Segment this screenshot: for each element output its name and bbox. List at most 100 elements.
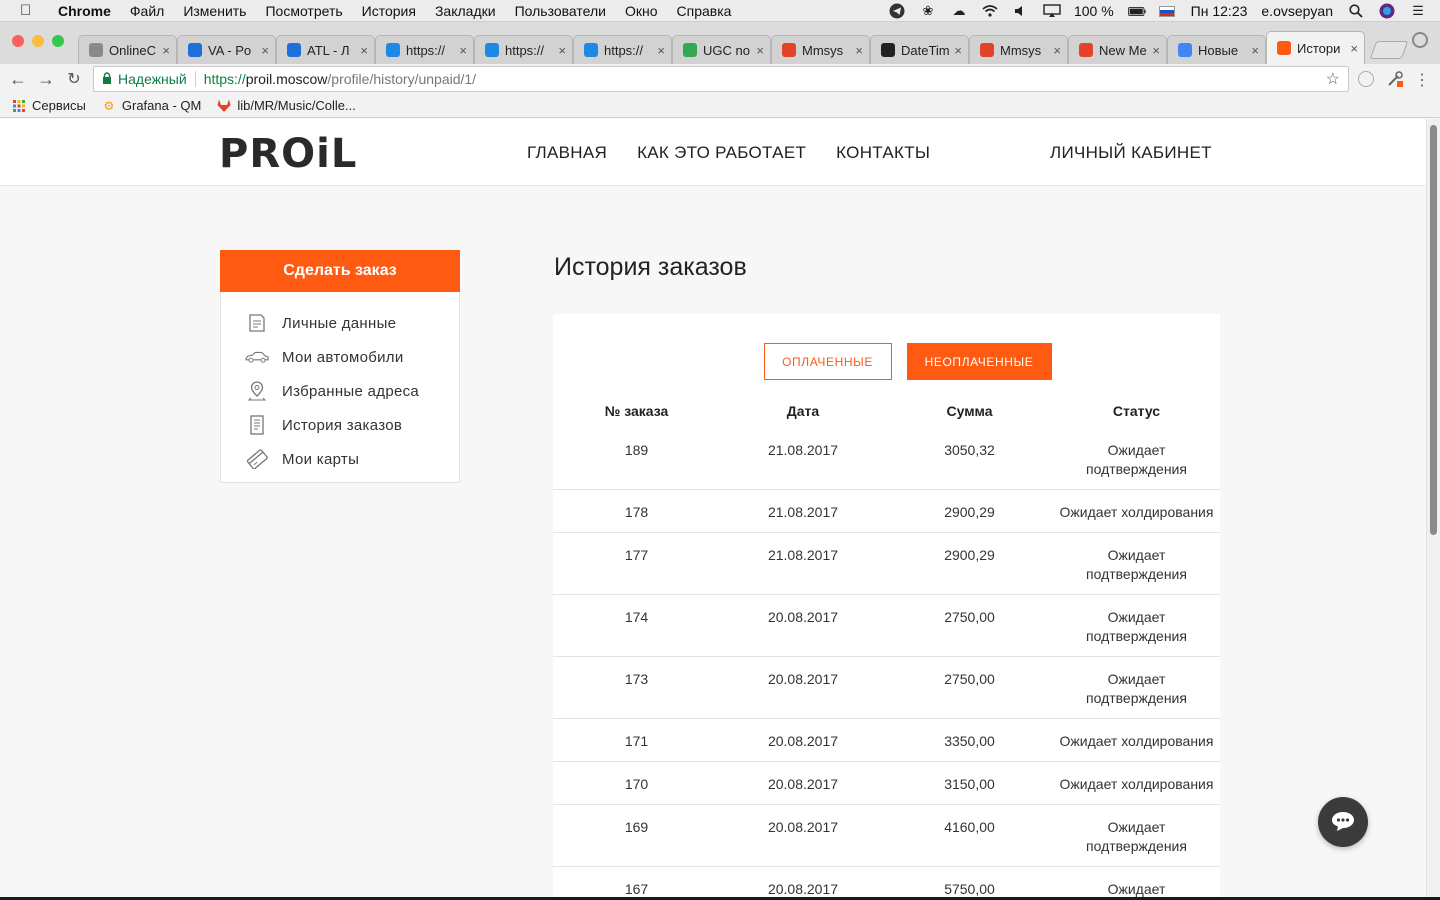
minimize-window-button[interactable]	[32, 35, 44, 47]
menubar-user[interactable]: e.ovsepyan	[1261, 3, 1333, 19]
siri-icon[interactable]	[1378, 3, 1396, 19]
tab-close-icon[interactable]: ×	[1053, 43, 1061, 58]
sidebar-item-my-cars[interactable]: Мои автомобили	[221, 340, 459, 374]
menu-window[interactable]: Окно	[625, 3, 658, 19]
table-row[interactable]: 189 21.08.2017 3050,32 Ожидает подтверждения	[553, 428, 1220, 490]
forward-arrow-icon[interactable]: →	[32, 69, 60, 90]
browser-tab[interactable]: Mmsys ×	[771, 35, 870, 64]
browser-tab[interactable]: Mmsys ×	[969, 35, 1068, 64]
column-header-date[interactable]: Дата	[720, 394, 886, 428]
volume-icon[interactable]	[1012, 4, 1030, 18]
nav-personal-account[interactable]: ЛИЧНЫЙ КАБИНЕТ	[1050, 143, 1212, 163]
extension-icon[interactable]	[1358, 71, 1374, 87]
column-header-status[interactable]: Статус	[1053, 394, 1220, 428]
make-order-button[interactable]: Сделать заказ	[220, 250, 460, 292]
table-row[interactable]: 170 20.08.2017 3150,00 Ожидает холдирования	[553, 761, 1220, 805]
bookmark-grafana[interactable]: ⚙ Grafana - QM	[102, 98, 201, 113]
menu-bookmarks[interactable]: Закладки	[435, 3, 496, 19]
menu-app-name[interactable]: Chrome	[58, 3, 111, 19]
telegram-icon[interactable]	[888, 3, 906, 19]
table-row[interactable]: 169 20.08.2017 4160,00 Ожидает подтверждения	[553, 804, 1220, 867]
menu-view[interactable]: Посмотреть	[265, 3, 342, 19]
tab-close-icon[interactable]: ×	[1350, 41, 1358, 56]
profile-icon[interactable]	[1412, 32, 1428, 48]
column-header-order-number[interactable]: № заказа	[553, 394, 720, 428]
apple-menu-icon[interactable]: 	[20, 2, 38, 19]
reload-icon[interactable]: ↻	[60, 69, 88, 89]
browser-tab[interactable]: Истори ×	[1266, 31, 1365, 64]
battery-icon[interactable]	[1127, 4, 1146, 18]
column-header-sum[interactable]: Сумма	[886, 394, 1053, 428]
menu-users[interactable]: Пользователи	[515, 3, 606, 19]
browser-tab[interactable]: New Me ×	[1068, 35, 1167, 64]
sidebar-item-my-cards[interactable]: Мои карты	[221, 442, 459, 476]
bookmark-gitlab[interactable]: lib/MR/Music/Colle...	[217, 98, 356, 113]
scrollbar-thumb[interactable]	[1430, 125, 1437, 535]
browser-tab[interactable]: DateTim ×	[870, 35, 969, 64]
tab-close-icon[interactable]: ×	[558, 43, 566, 58]
browser-tab[interactable]: OnlineC ×	[78, 35, 177, 64]
nav-contacts[interactable]: КОНТАКТЫ	[836, 143, 930, 163]
address-bar[interactable]: Надежный https:// proil.moscow /profile/…	[93, 66, 1349, 92]
table-row[interactable]: 171 20.08.2017 3350,00 Ожидает холдирования	[553, 718, 1220, 762]
browser-tab[interactable]: https:// ×	[375, 35, 474, 64]
receipt-icon	[245, 415, 269, 435]
notification-center-icon[interactable]: ☰	[1409, 3, 1427, 18]
browser-menu-icon[interactable]: ⋮	[1414, 70, 1430, 90]
status-line: Ожидает холдирования	[1059, 776, 1214, 792]
bookmark-services[interactable]: Сервисы	[12, 98, 86, 113]
tab-close-icon[interactable]: ×	[756, 43, 764, 58]
tab-close-icon[interactable]: ×	[162, 43, 170, 58]
spotlight-search-icon[interactable]	[1347, 4, 1365, 18]
tab-close-icon[interactable]: ×	[261, 43, 269, 58]
tab-close-icon[interactable]: ×	[360, 43, 368, 58]
tab-close-icon[interactable]: ×	[657, 43, 665, 58]
table-row[interactable]: 178 21.08.2017 2900,29 Ожидает холдирования	[553, 489, 1220, 533]
tab-close-icon[interactable]: ×	[855, 43, 863, 58]
browser-tab[interactable]: https:// ×	[573, 35, 672, 64]
browser-tab[interactable]: UGC no ×	[672, 35, 771, 64]
order-date-cell: 21.08.2017	[720, 489, 886, 533]
bookmark-star-icon[interactable]: ☆	[1326, 69, 1340, 89]
new-tab-button[interactable]	[1369, 41, 1409, 59]
browser-tab[interactable]: https:// ×	[474, 35, 573, 64]
browser-tab[interactable]: VA - Po ×	[177, 35, 276, 64]
table-row[interactable]: 177 21.08.2017 2900,29 Ожидает подтверждения	[553, 532, 1220, 595]
chat-widget-button[interactable]	[1318, 797, 1368, 847]
nav-home[interactable]: ГЛАВНАЯ	[527, 143, 607, 163]
russian-flag-icon[interactable]	[1158, 5, 1175, 17]
browser-tab[interactable]: Новые ×	[1167, 35, 1266, 64]
table-row[interactable]: 174 20.08.2017 2750,00 Ожидает подтверждения	[553, 594, 1220, 657]
cloud-icon[interactable]: ☁	[950, 3, 968, 18]
sidebar-item-personal-data[interactable]: Личные данные	[221, 306, 459, 340]
flower-icon[interactable]: ❀	[919, 3, 937, 18]
table-row[interactable]: 173 20.08.2017 2750,00 Ожидает подтверждения	[553, 656, 1220, 719]
tab-close-icon[interactable]: ×	[459, 43, 467, 58]
back-arrow-icon[interactable]: ←	[4, 69, 32, 90]
tab-close-icon[interactable]: ×	[1152, 43, 1160, 58]
menu-history[interactable]: История	[362, 3, 416, 19]
tab-close-icon[interactable]: ×	[1251, 43, 1259, 58]
nav-how-it-works[interactable]: КАК ЭТО РАБОТАЕТ	[637, 143, 806, 163]
tab-close-icon[interactable]: ×	[954, 43, 962, 58]
filter-paid-button[interactable]: ОПЛАЧЕННЫЕ	[763, 343, 892, 380]
filter-unpaid-button[interactable]: НЕОПЛАЧЕННЫЕ	[906, 343, 1052, 380]
menu-file[interactable]: Файл	[130, 3, 164, 19]
wifi-icon[interactable]	[981, 4, 999, 18]
sidebar-item-favorite-addresses[interactable]: Избранные адреса	[221, 374, 459, 408]
menubar-clock[interactable]: Пн 12:23	[1191, 3, 1248, 19]
order-number-cell: 170	[553, 761, 720, 805]
sidebar-item-order-history[interactable]: История заказов	[221, 408, 459, 442]
menu-help[interactable]: Справка	[677, 3, 732, 19]
site-logo[interactable]: PROiL	[219, 131, 357, 177]
sidebar-item-label: История заказов	[282, 416, 403, 434]
close-window-button[interactable]	[12, 35, 24, 47]
menu-edit[interactable]: Изменить	[183, 3, 246, 19]
extension-tool-icon[interactable]	[1386, 70, 1404, 88]
browser-tab[interactable]: ATL - Л ×	[276, 35, 375, 64]
zoom-window-button[interactable]	[52, 35, 64, 47]
airplay-icon[interactable]	[1043, 4, 1061, 18]
table-row[interactable]: 167 20.08.2017 5750,00 Ожидаетподтверждения	[553, 867, 1220, 897]
lock-icon[interactable]	[102, 71, 112, 87]
page-scrollbar[interactable]	[1426, 119, 1440, 897]
